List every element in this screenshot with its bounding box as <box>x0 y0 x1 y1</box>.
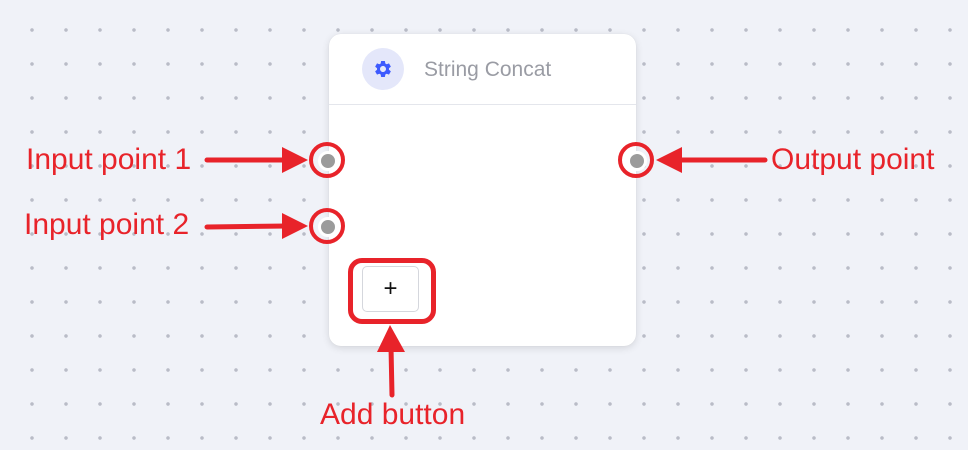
label-input-point-2: Input point 2 <box>24 208 190 241</box>
arrow-input-1 <box>204 147 308 173</box>
label-input-point-1: Input point 1 <box>26 143 192 176</box>
arrow-add-button <box>377 325 405 398</box>
arrow-input-2 <box>204 213 308 239</box>
label-add-button: Add button <box>320 398 466 431</box>
arrow-output <box>656 147 768 173</box>
label-output-point: Output point <box>771 143 935 176</box>
